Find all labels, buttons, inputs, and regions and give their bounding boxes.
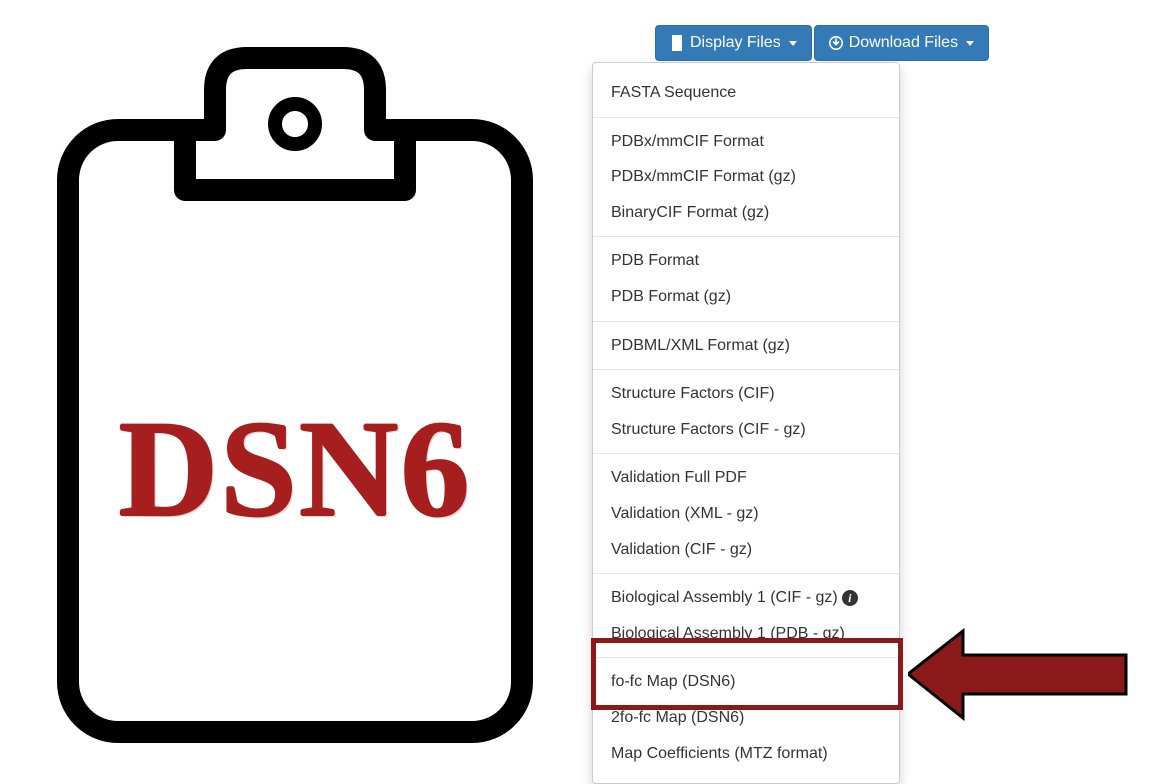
menu-item[interactable]: PDBML/XML Format (gz) [593, 328, 899, 364]
menu-item-label: fo-fc Map (DSN6) [611, 673, 735, 690]
menu-item[interactable]: BinaryCIF Format (gz) [593, 195, 899, 231]
menu-item[interactable]: Validation (XML - gz) [593, 496, 899, 532]
menu-item-label: Validation Full PDF [611, 469, 747, 486]
menu-item[interactable]: FASTA Sequence [593, 75, 899, 111]
menu-item[interactable]: PDB Format (gz) [593, 279, 899, 315]
menu-item[interactable]: fo-fc Map (DSN6) [593, 664, 899, 700]
menu-group: Biological Assembly 1 (CIF - gz)iBiologi… [593, 573, 899, 657]
clipboard-icon [50, 30, 540, 750]
menu-item-label: Structure Factors (CIF - gz) [611, 421, 806, 438]
chevron-down-icon [966, 41, 974, 46]
menu-item[interactable]: Validation Full PDF [593, 460, 899, 496]
menu-item[interactable]: Validation (CIF - gz) [593, 532, 899, 568]
download-files-menu: FASTA SequencePDBx/mmCIF FormatPDBx/mmCI… [592, 62, 900, 784]
display-files-label: Display Files [690, 34, 781, 52]
menu-item[interactable]: Structure Factors (CIF - gz) [593, 412, 899, 448]
clipboard-graphic: DSN6 [50, 30, 540, 750]
menu-item-label: 2fo-fc Map (DSN6) [611, 709, 744, 726]
menu-item-label: Biological Assembly 1 (PDB - gz) [611, 625, 845, 642]
arrow-annotation [908, 627, 1128, 722]
menu-item-label: Biological Assembly 1 (CIF - gz) [611, 589, 838, 606]
menu-item-label: Map Coefficients (MTZ format) [611, 745, 828, 762]
download-files-label: Download Files [849, 34, 958, 52]
menu-item-label: PDB Format (gz) [611, 288, 731, 305]
menu-item-label: Structure Factors (CIF) [611, 385, 775, 402]
menu-item-label: Validation (XML - gz) [611, 505, 759, 522]
menu-group: FASTA Sequence [593, 69, 899, 117]
clipboard-label: DSN6 [50, 400, 540, 538]
menu-item[interactable]: Structure Factors (CIF) [593, 376, 899, 412]
menu-group: PDBx/mmCIF Format PDBx/mmCIF Format (gz) B… [593, 117, 899, 237]
menu-item-label: PDBML/XML Format (gz) [611, 337, 790, 354]
download-files-button[interactable]: Download Files [814, 25, 989, 61]
file-icon [670, 35, 684, 51]
menu-item[interactable]: PDB Format [593, 243, 899, 279]
menu-item-label: Validation (CIF - gz) [611, 541, 752, 558]
menu-item[interactable]: Map Coefficients (MTZ format) [593, 736, 899, 772]
menu-item-label: PDBx/mmCIF Format [611, 133, 764, 150]
menu-item-label: PDB Format [611, 252, 699, 269]
menu-item[interactable]: Biological Assembly 1 (PDB - gz) [593, 616, 899, 652]
menu-item-label: BinaryCIF Format (gz) [611, 204, 769, 221]
display-files-button[interactable]: Display Files [655, 25, 812, 61]
menu-item[interactable]: PDBx/mmCIF Format (gz) [593, 159, 899, 195]
menu-item-label: FASTA Sequence [611, 84, 736, 101]
menu-item-label: PDBx/mmCIF Format (gz) [611, 168, 796, 185]
info-icon[interactable]: i [842, 590, 858, 606]
menu-item[interactable]: PDBx/mmCIF Format [593, 124, 899, 160]
download-icon [829, 35, 843, 51]
menu-group: PDBML/XML Format (gz) [593, 321, 899, 370]
chevron-down-icon [789, 41, 797, 46]
file-button-bar: Display Files Download Files [655, 25, 989, 61]
menu-group: fo-fc Map (DSN6) 2fo-fc Map (DSN6) Map Coe… [593, 657, 899, 777]
menu-group: PDB Format PDB Format (gz) [593, 236, 899, 320]
menu-group: Validation Full PDF Validation (XML - gz)… [593, 453, 899, 573]
menu-item[interactable]: Biological Assembly 1 (CIF - gz)i [593, 580, 899, 616]
menu-item[interactable]: 2fo-fc Map (DSN6) [593, 700, 899, 736]
menu-group: Structure Factors (CIF) Structure Factors… [593, 369, 899, 453]
